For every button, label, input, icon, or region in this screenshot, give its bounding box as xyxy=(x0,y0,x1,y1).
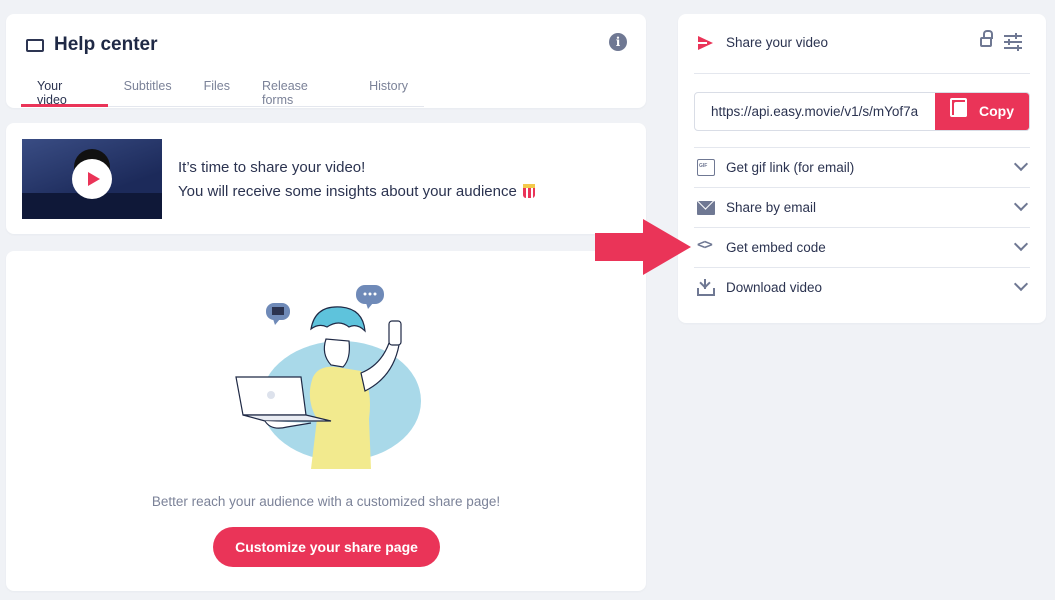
tab-history[interactable]: History xyxy=(353,72,424,107)
settings-sliders-icon[interactable] xyxy=(1004,33,1022,51)
tab-files[interactable]: Files xyxy=(188,72,246,107)
help-center-header: Help center i Your video Subtitles Files… xyxy=(6,14,646,108)
info-icon[interactable]: i xyxy=(609,33,627,51)
option-download-video[interactable]: Download video xyxy=(694,267,1030,307)
share-options-list: GIF Get gif link (for email) Share by em… xyxy=(694,147,1030,307)
customize-share-card: Better reach your audience with a custom… xyxy=(6,251,646,591)
option-gif-link[interactable]: GIF Get gif link (for email) xyxy=(694,147,1030,187)
screen-icon xyxy=(26,38,44,52)
notice-line-1: It’s time to share your video! xyxy=(178,159,366,176)
chevron-down-icon[interactable] xyxy=(1013,156,1029,172)
download-icon xyxy=(697,279,715,296)
gif-icon: GIF xyxy=(697,159,715,176)
chevron-down-icon[interactable] xyxy=(1013,196,1029,212)
popcorn-icon xyxy=(522,184,535,198)
page-title: Help center xyxy=(54,34,158,55)
play-icon[interactable] xyxy=(72,159,112,199)
copy-icon xyxy=(950,98,967,117)
copy-label: Copy xyxy=(979,103,1014,119)
send-icon xyxy=(698,36,713,50)
tab-bar: Your video Subtitles Files Release forms… xyxy=(21,72,424,107)
option-embed-code[interactable]: <> Get embed code xyxy=(694,227,1030,267)
share-url[interactable]: https://api.easy.movie/v1/s/mYof7a xyxy=(711,104,936,119)
copy-button[interactable]: Copy xyxy=(935,93,1029,130)
notice-text: It’s time to share your video! You will … xyxy=(178,156,535,204)
customize-description: Better reach your audience with a custom… xyxy=(151,494,501,509)
tab-your-video[interactable]: Your video xyxy=(21,72,108,107)
option-gif-link-label: Get gif link (for email) xyxy=(726,160,855,175)
unlock-icon[interactable] xyxy=(980,30,993,47)
share-panel: Share your video https://api.easy.movie/… xyxy=(678,14,1046,323)
tab-release-forms[interactable]: Release forms xyxy=(246,72,353,107)
share-title: Share your video xyxy=(726,35,829,50)
option-download-video-label: Download video xyxy=(726,280,823,295)
option-share-email[interactable]: Share by email xyxy=(694,187,1030,227)
share-header: Share your video xyxy=(694,14,1030,74)
share-url-field[interactable]: https://api.easy.movie/v1/s/mYof7a Copy xyxy=(694,92,1030,131)
tab-subtitles[interactable]: Subtitles xyxy=(108,72,188,107)
person-with-laptop-illustration xyxy=(235,285,421,469)
share-notice-card: It’s time to share your video! You will … xyxy=(6,123,646,234)
notice-line-2: You will receive some insights about you… xyxy=(178,183,517,200)
chevron-down-icon[interactable] xyxy=(1013,276,1029,292)
customize-share-page-button[interactable]: Customize your share page xyxy=(213,527,440,567)
pointer-arrow-icon xyxy=(595,219,691,275)
chevron-down-icon[interactable] xyxy=(1013,236,1029,252)
option-share-email-label: Share by email xyxy=(726,200,817,215)
code-icon: <> xyxy=(697,237,713,253)
notice-line-2-row: You will receive some insights about you… xyxy=(178,180,535,204)
video-thumbnail[interactable] xyxy=(22,139,162,219)
title-row: Help center xyxy=(26,34,157,56)
option-embed-code-label: Get embed code xyxy=(726,240,826,255)
mail-icon xyxy=(697,201,715,215)
